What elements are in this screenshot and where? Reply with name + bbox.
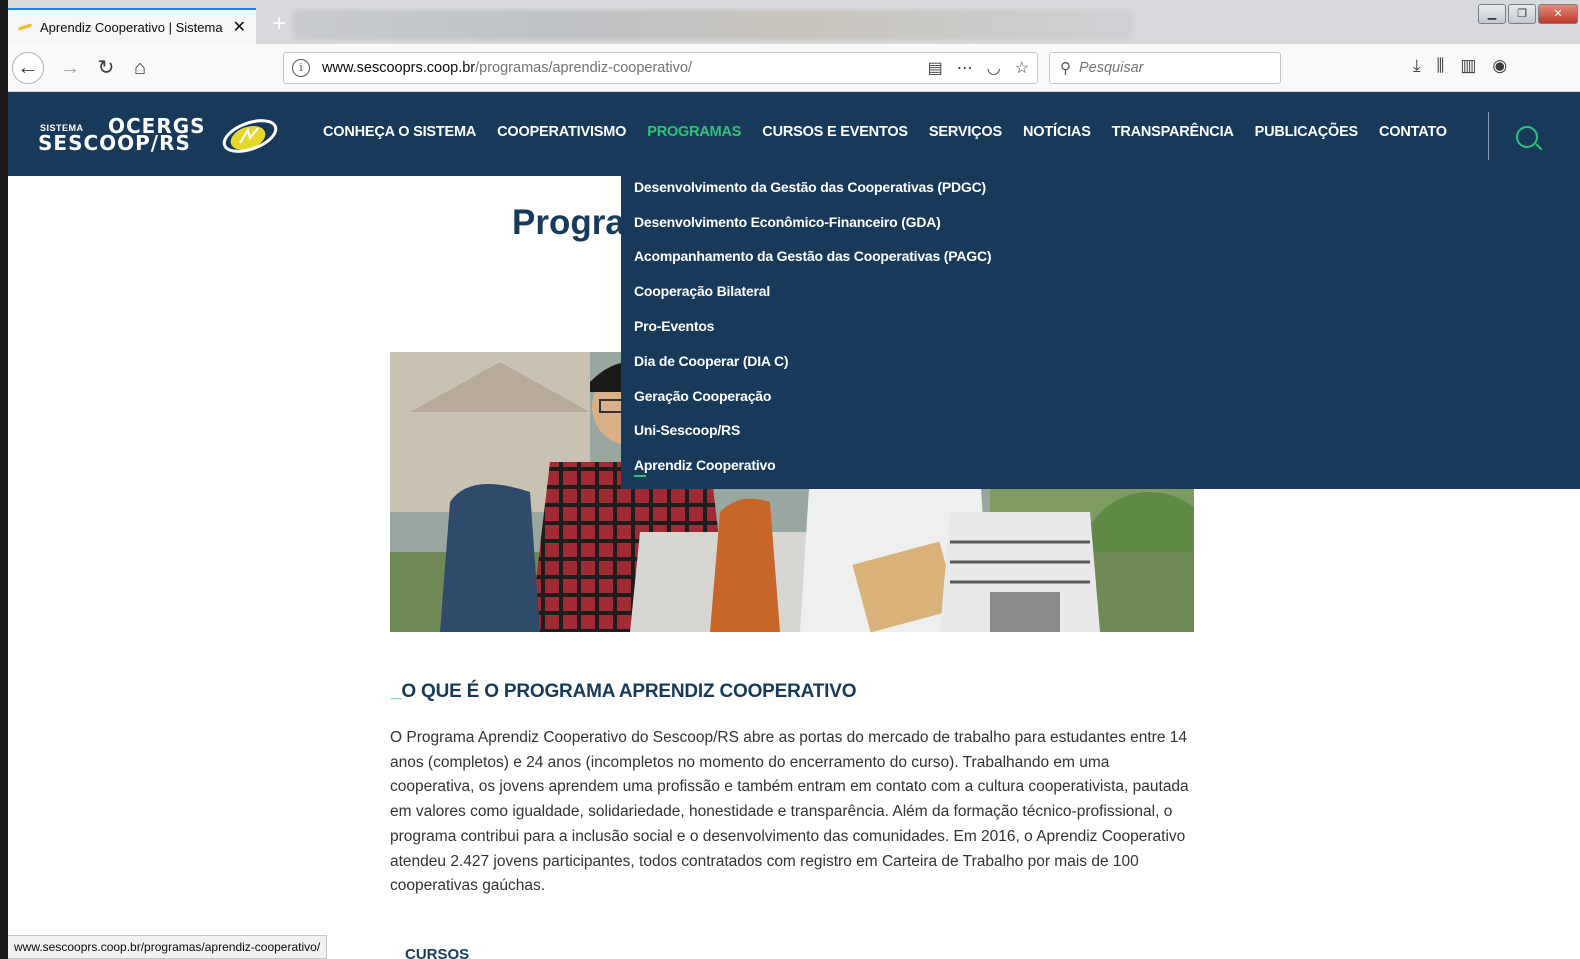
section-heading-text: O QUE É O PROGRAMA APRENDIZ COOPERATIVO — [401, 681, 857, 702]
dropdown-item-gda[interactable]: Desenvolvimento Econômico-Financeiro (GD… — [634, 214, 941, 230]
minimize-button[interactable]: ▁ — [1478, 4, 1506, 24]
nav-item-noticias[interactable]: NOTÍCIAS — [1023, 124, 1091, 140]
site-header: SISTEMA OCERGS SESCOOP/RS CONHEÇA O SIST… — [8, 92, 1580, 176]
url-domain: www.sescooprs.coop.br — [322, 60, 476, 76]
site-info-icon[interactable]: i — [292, 59, 310, 77]
nav-item-cursos-e-eventos[interactable]: CURSOS E EVENTOS — [762, 124, 908, 140]
dropdown-item-pro-eventos[interactable]: Pro-Eventos — [634, 318, 714, 334]
main-nav: CONHEÇA O SISTEMA COOPERATIVISMO PROGRAM… — [323, 124, 1447, 140]
status-bar-url: www.sescooprs.coop.br/programas/aprendiz… — [8, 935, 328, 959]
bookmark-star-icon[interactable]: ☆ — [1015, 58, 1029, 78]
library-icon[interactable]: ⫼ — [1437, 56, 1445, 76]
site-favicon-icon — [18, 20, 32, 34]
url-bar[interactable]: i www.sescooprs.coop.br/programas/aprend… — [283, 52, 1038, 84]
site-logo[interactable]: SISTEMA OCERGS SESCOOP/RS — [38, 114, 278, 158]
nav-item-programas[interactable]: PROGRAMAS — [647, 124, 741, 140]
tab-title: Aprendiz Cooperativo | Sistema — [40, 19, 223, 35]
nav-item-transparencia[interactable]: TRANSPARÊNCIA — [1112, 124, 1234, 140]
window-controls: ▁ ❐ ✕ — [1476, 4, 1578, 28]
dropdown-item-pdgc[interactable]: Desenvolvimento da Gestão das Cooperativ… — [634, 179, 986, 195]
program-description: O Programa Aprendiz Cooperativo do Sesco… — [390, 729, 1189, 895]
nav-item-servicos[interactable]: SERVIÇOS — [929, 124, 1002, 140]
nav-item-cooperativismo[interactable]: COOPERATIVISMO — [497, 124, 626, 140]
next-section-heading: CURSOS — [405, 946, 470, 959]
browser-nav-bar: ← → ↻ ⌂ i www.sescooprs.coop.br/programa… — [8, 44, 1580, 92]
new-tab-button[interactable]: + — [266, 12, 292, 38]
home-button[interactable]: ⌂ — [124, 52, 156, 84]
pocket-icon[interactable]: ◡ — [987, 58, 1001, 78]
browser-search-input[interactable] — [1079, 60, 1259, 76]
dropdown-item-uni-sescoop[interactable]: Uni-Sescoop/RS — [634, 422, 740, 438]
downloads-icon[interactable]: ⤓ — [1413, 56, 1421, 76]
toolbar-icons: ⤓ ⫼ ▥ ◉ — [1413, 56, 1507, 76]
reader-view-icon[interactable]: ▤ — [928, 58, 943, 78]
close-window-button[interactable]: ✕ — [1538, 4, 1578, 24]
close-tab-icon[interactable]: ✕ — [233, 17, 246, 37]
nav-item-contato[interactable]: CONTATO — [1379, 124, 1447, 140]
background-tabs — [293, 10, 1133, 40]
search-icon: ⚲ — [1060, 60, 1071, 77]
url-text[interactable]: www.sescooprs.coop.br/programas/aprendiz… — [322, 60, 692, 76]
header-divider — [1488, 112, 1489, 160]
programas-dropdown-menu: Desenvolvimento da Gestão das Cooperativ… — [621, 176, 1580, 489]
nav-item-conheca-o-sistema[interactable]: CONHEÇA O SISTEMA — [323, 124, 476, 140]
url-path: /programas/aprendiz-cooperativo/ — [475, 60, 692, 76]
dropdown-item-dia-de-cooperar[interactable]: Dia de Cooperar (DIA C) — [634, 353, 789, 369]
forward-button[interactable]: → — [54, 52, 86, 84]
reload-button[interactable]: ↻ — [90, 52, 122, 84]
dropdown-item-cooperacao-bilateral[interactable]: Cooperação Bilateral — [634, 283, 770, 299]
back-button[interactable]: ← — [12, 52, 44, 84]
dropdown-item-pagc[interactable]: Acompanhamento da Gestão das Cooperativa… — [634, 248, 992, 264]
browser-search-bar[interactable]: ⚲ — [1049, 52, 1281, 84]
browser-tab-active[interactable]: Aprendiz Cooperativo | Sistema ✕ — [8, 8, 256, 44]
window-edge — [0, 0, 8, 959]
browser-tab-bar: Aprendiz Cooperativo | Sistema ✕ + ▁ ❐ ✕ — [8, 0, 1580, 44]
nav-item-publicacoes[interactable]: PUBLICAÇÕES — [1255, 124, 1359, 140]
dropdown-item-aprendiz-cooperativo[interactable]: Aprendiz Cooperativo — [634, 457, 776, 477]
logo-sescoop-text: SESCOOP/RS — [38, 131, 191, 155]
heading-accent-dash: _ — [391, 681, 402, 702]
account-icon[interactable]: ◉ — [1492, 56, 1507, 76]
maximize-button[interactable]: ❐ — [1508, 4, 1536, 24]
page-title: Progra — [512, 203, 625, 242]
page-actions-icon[interactable]: ⋯ — [957, 58, 973, 78]
section-heading: _O QUE É O PROGRAMA APRENDIZ COOPERATIVO — [391, 681, 856, 703]
url-actions: ▤ ⋯ ◡ ☆ — [928, 58, 1029, 78]
dropdown-item-geracao-cooperacao[interactable]: Geração Cooperação — [634, 388, 771, 404]
site-search-icon[interactable] — [1516, 126, 1538, 148]
sidebar-icon[interactable]: ▥ — [1460, 56, 1476, 76]
logo-mark-icon — [222, 119, 278, 153]
